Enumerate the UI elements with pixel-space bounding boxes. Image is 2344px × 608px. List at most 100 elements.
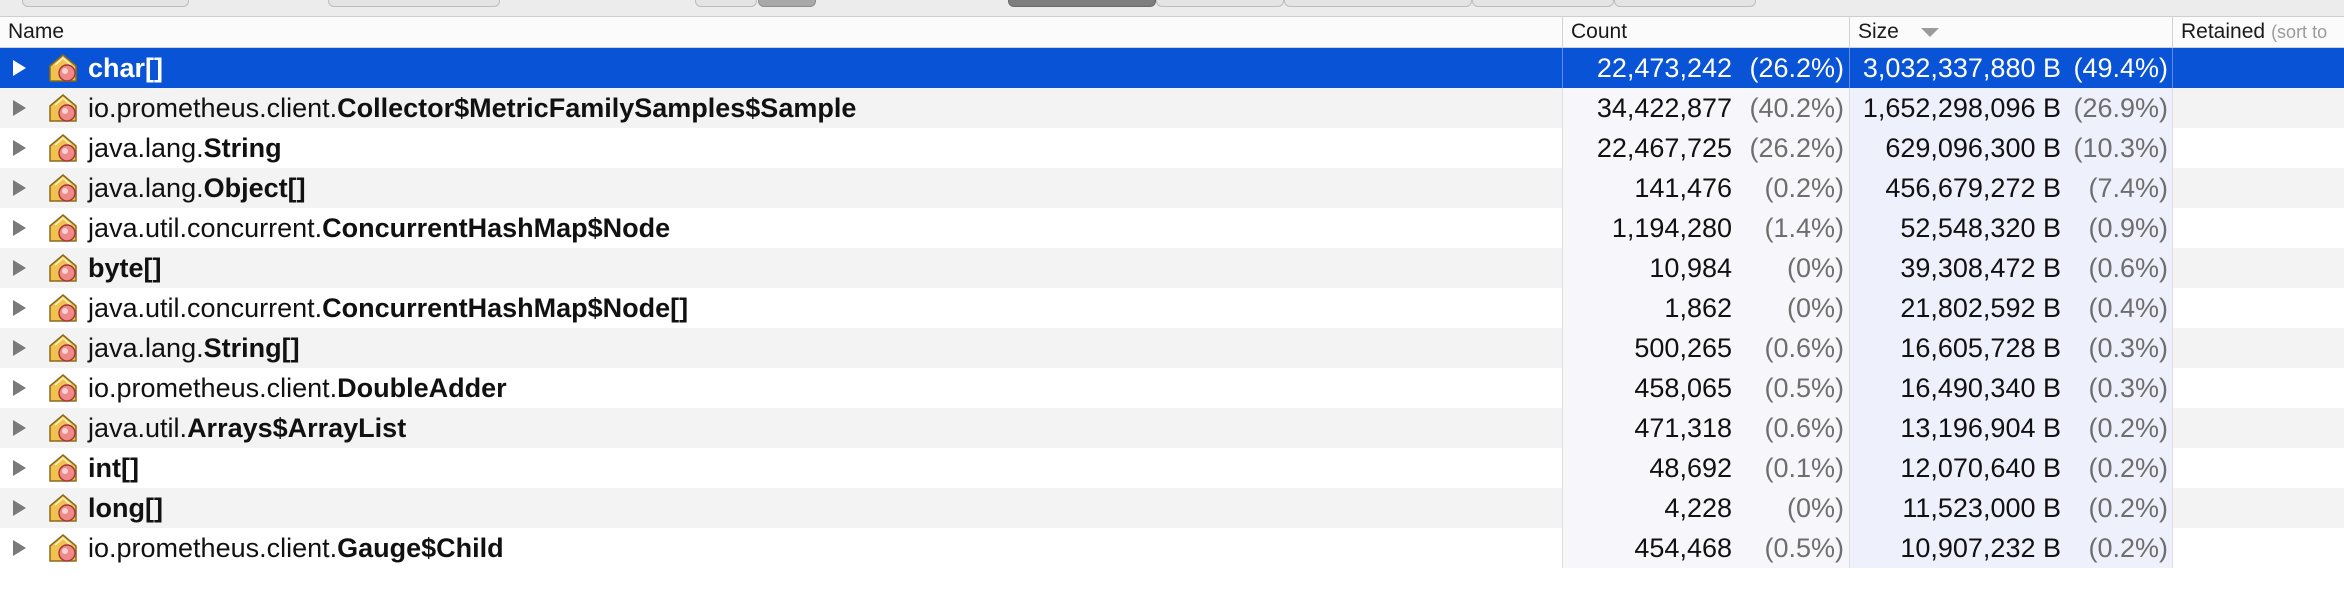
package-name: java.lang.: [88, 173, 204, 203]
instance-count-percent: (40.2%): [1749, 93, 1844, 123]
class-name-cell: byte[]: [88, 248, 162, 288]
instance-count-percent: (26.2%): [1749, 53, 1844, 83]
table-row[interactable]: java.util.concurrent.ConcurrentHashMap$N…: [0, 208, 2344, 248]
column-header-name[interactable]: Name: [0, 17, 1562, 47]
column-header-count-label: Count: [1571, 20, 1628, 43]
expand-arrow-icon[interactable]: [13, 260, 26, 276]
expand-arrow-icon[interactable]: [13, 140, 26, 156]
table-row[interactable]: java.lang.String 22,467,725 (26.2%) 629,096…: [0, 128, 2344, 168]
class-name: DoubleAdder: [337, 373, 507, 403]
expand-arrow-icon[interactable]: [13, 500, 26, 516]
shallow-size-percent: (0.2%): [2088, 413, 2168, 443]
instance-count: 34,422,877: [1596, 93, 1732, 123]
shallow-size-percent: (0.6%): [2088, 253, 2168, 283]
expand-arrow-icon[interactable]: [13, 100, 26, 116]
shallow-size: 16,605,728 B: [1900, 333, 2061, 363]
shallow-size: 52,548,320 B: [1900, 213, 2061, 243]
instance-count: 48,692: [1649, 453, 1732, 483]
shallow-size: 16,490,340 B: [1900, 373, 2061, 403]
table-row[interactable]: java.lang.String[] 500,265 (0.6%) 16,605,72…: [0, 328, 2344, 368]
column-header-retained[interactable]: Retained (sort to: [2172, 17, 2344, 47]
toolbar-toggle-active[interactable]: [1008, 0, 1156, 7]
instance-count: 141,476: [1634, 173, 1732, 203]
class-name-cell: long[]: [88, 488, 163, 528]
toolbar-toggle[interactable]: [1156, 0, 1284, 7]
class-icon: [46, 531, 80, 565]
class-icon: [46, 131, 80, 165]
class-name: Collector$MetricFamilySamples$Sample: [337, 93, 857, 123]
instance-count: 500,265: [1634, 333, 1732, 363]
toolbar-toggle[interactable]: [1472, 0, 1614, 7]
shallow-size-percent: (10.3%): [2073, 133, 2168, 163]
class-name: Object[]: [203, 173, 306, 203]
shallow-size-percent: (26.9%): [2073, 93, 2168, 123]
package-name: java.util.concurrent.: [88, 213, 323, 243]
class-name-cell: java.util.Arrays$ArrayList: [88, 408, 406, 448]
expand-arrow-icon[interactable]: [13, 420, 26, 436]
table-row[interactable]: io.prometheus.client.DoubleAdder 458,065 (…: [0, 368, 2344, 408]
toolbar-button[interactable]: [22, 0, 189, 7]
instance-count-percent: (0%): [1786, 493, 1844, 523]
package-name: io.prometheus.client.: [88, 373, 338, 403]
table-row[interactable]: java.lang.Object[] 141,476 (0.2%) 456,679,2…: [0, 168, 2344, 208]
instance-count-percent: (0%): [1786, 253, 1844, 283]
column-divider: [2172, 368, 2173, 408]
table-row[interactable]: io.prometheus.client.Gauge$Child 454,468 (…: [0, 528, 2344, 568]
table-row[interactable]: io.prometheus.client.Collector$MetricFam…: [0, 88, 2344, 128]
toolbar-toggle[interactable]: [1284, 0, 1472, 7]
column-divider: [2172, 408, 2173, 448]
expand-arrow-icon[interactable]: [13, 60, 26, 76]
instance-count: 1,194,280: [1611, 213, 1732, 243]
shallow-size-percent: (0.3%): [2088, 373, 2168, 403]
instance-count-percent: (0.1%): [1764, 453, 1844, 483]
sort-descending-icon: [1920, 27, 1939, 37]
package-name: java.util.concurrent.: [88, 293, 323, 323]
heap-class-table: char[] 22,473,242 (26.2%) 3,032,337,880 B (4…: [0, 48, 2344, 568]
shallow-size: 13,196,904 B: [1900, 413, 2061, 443]
class-name-cell: java.util.concurrent.ConcurrentHashMap$N…: [88, 208, 670, 248]
expand-arrow-icon[interactable]: [13, 300, 26, 316]
table-row[interactable]: byte[] 10,984 (0%) 39,308,472 B (0.6%): [0, 248, 2344, 288]
table-row[interactable]: long[] 4,228 (0%) 11,523,000 B (0.2%): [0, 488, 2344, 528]
toolbar-button[interactable]: [328, 0, 500, 7]
toolbar-button[interactable]: [758, 0, 816, 7]
shallow-size: 21,802,592 B: [1900, 293, 2061, 323]
class-name: Gauge$Child: [337, 533, 504, 563]
column-header-size-label: Size: [1858, 20, 1899, 43]
column-header-retained-label: Retained: [2181, 20, 2266, 43]
expand-arrow-icon[interactable]: [13, 340, 26, 356]
class-name: String: [203, 133, 282, 163]
shallow-size-percent: (0.4%): [2088, 293, 2168, 323]
class-name-cell: char[]: [88, 48, 163, 88]
column-divider: [2172, 488, 2173, 528]
expand-arrow-icon[interactable]: [13, 540, 26, 556]
table-row[interactable]: java.util.concurrent.ConcurrentHashMap$N…: [0, 288, 2344, 328]
expand-arrow-icon[interactable]: [13, 380, 26, 396]
expand-arrow-icon[interactable]: [13, 460, 26, 476]
table-row[interactable]: int[] 48,692 (0.1%) 12,070,640 B (0.2%): [0, 448, 2344, 488]
table-row-selected[interactable]: char[] 22,473,242 (26.2%) 3,032,337,880 B (4…: [0, 48, 2344, 88]
column-header-name-label: Name: [8, 20, 65, 43]
column-divider: [2172, 248, 2173, 288]
class-name-cell: java.lang.String[]: [88, 328, 300, 368]
column-header-size[interactable]: Size: [1849, 17, 2172, 47]
column-divider: [2172, 208, 2173, 248]
column-header-retained-hint: (sort to: [2271, 22, 2328, 42]
class-name-cell: io.prometheus.client.DoubleAdder: [88, 368, 507, 408]
column-divider: [2172, 328, 2173, 368]
class-name-cell: java.lang.Object[]: [88, 168, 306, 208]
table-row[interactable]: java.util.Arrays$ArrayList 471,318 (0.6%) 1…: [0, 408, 2344, 448]
class-icon: [46, 411, 80, 445]
toolbar-toggle[interactable]: [1614, 0, 1756, 7]
class-icon: [46, 51, 80, 85]
class-icon: [46, 331, 80, 365]
class-icon: [46, 451, 80, 485]
expand-arrow-icon[interactable]: [13, 220, 26, 236]
expand-arrow-icon[interactable]: [13, 180, 26, 196]
shallow-size-percent: (0.2%): [2088, 453, 2168, 483]
toolbar-button[interactable]: [695, 0, 757, 7]
class-name: char[]: [88, 53, 164, 83]
shallow-size: 12,070,640 B: [1900, 453, 2061, 483]
instance-count-percent: (0.5%): [1764, 373, 1844, 403]
column-header-count[interactable]: Count: [1562, 17, 1849, 47]
